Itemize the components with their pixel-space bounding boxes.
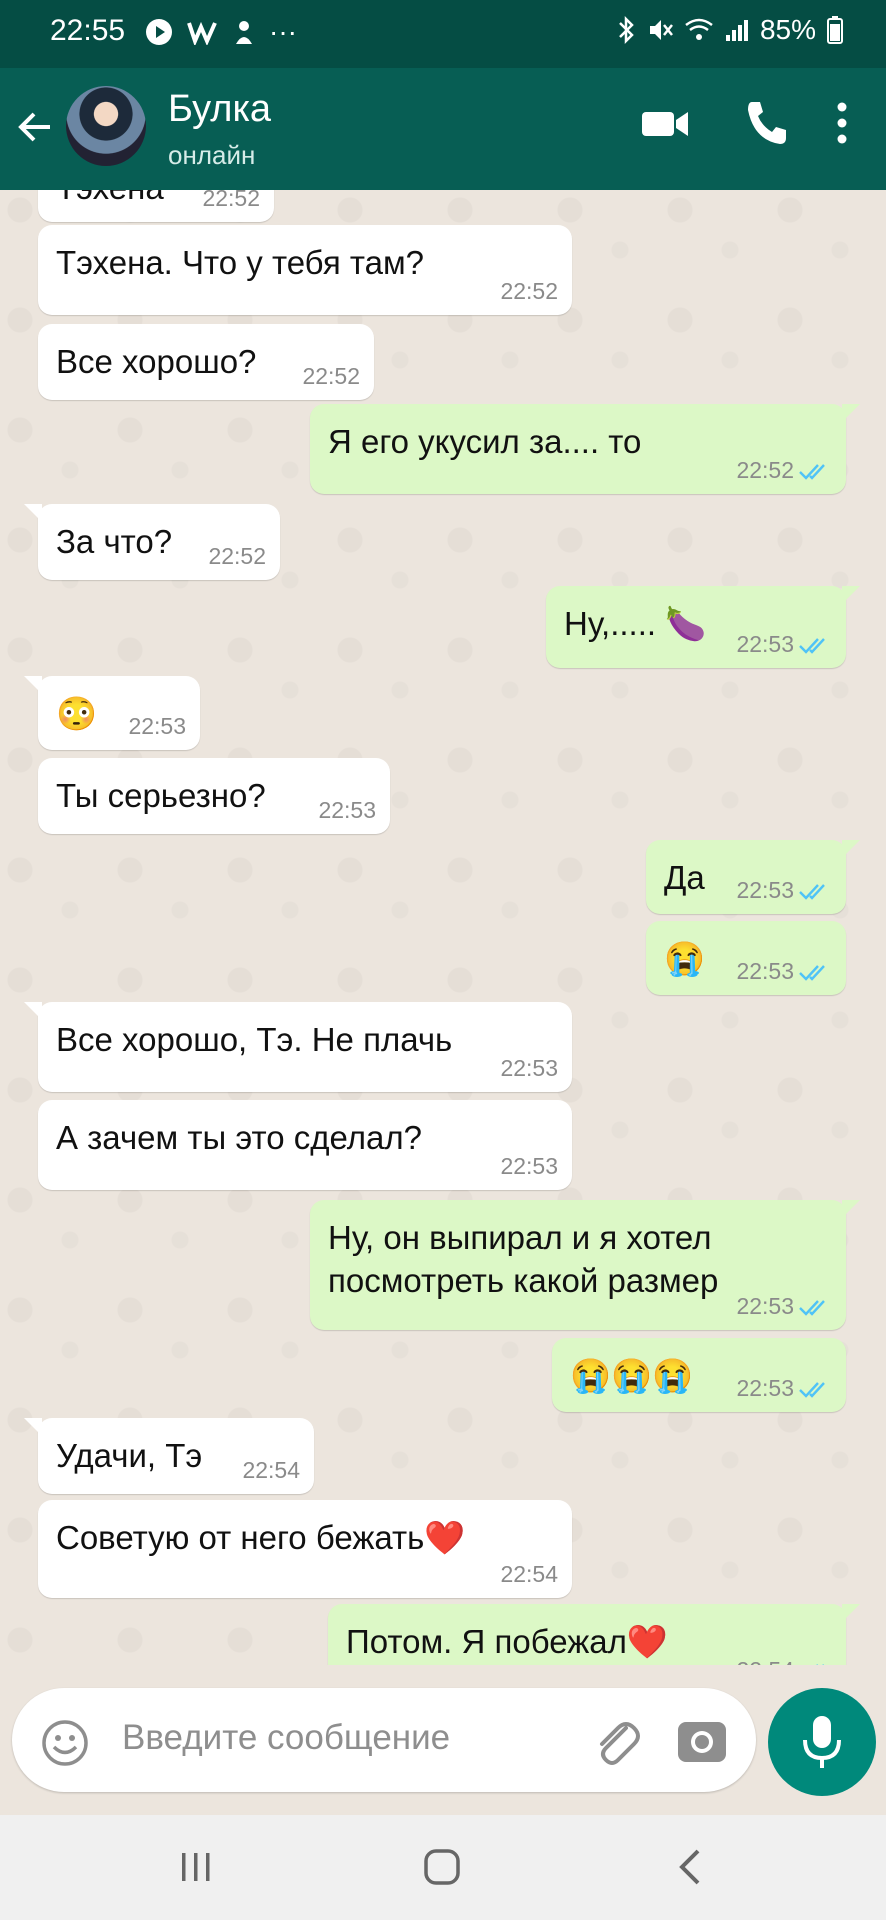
home-icon[interactable] [422, 1847, 462, 1887]
play-icon [146, 19, 172, 45]
message-outgoing[interactable]: Потом. Я побежал❤️ 22:54 [328, 1604, 860, 1665]
notification-icon [236, 21, 252, 44]
double-check-icon [815, 1663, 825, 1665]
message-time: 22:53 [500, 1153, 558, 1179]
message-text: Удачи, Тэ [56, 1437, 203, 1474]
more-notifications: ··· [269, 16, 297, 47]
contact-name[interactable]: Булка [168, 88, 271, 131]
message-time: 22:53 [736, 958, 794, 984]
message-incoming[interactable]: Все хорошо, Тэ. Не плачь 22:53 [24, 1002, 572, 1092]
mic-icon [803, 1716, 841, 1768]
message-incoming[interactable]: Тэхена. Что у тебя там? 22:52 [38, 225, 572, 315]
more-vert-icon[interactable] [830, 98, 854, 148]
system-nav-bar [0, 1815, 886, 1920]
message-incoming[interactable]: Советую от него бежать❤️ 22:54 [38, 1500, 572, 1598]
message-text: Да [664, 859, 705, 896]
message-text: Тэхена [56, 190, 164, 209]
emoji-icon[interactable] [40, 1718, 90, 1768]
message-text: Все хорошо? [56, 343, 257, 380]
message-outgoing[interactable]: Я его укусил за.... то 22:52 [310, 404, 860, 494]
message-time: 22:54 [242, 1457, 300, 1483]
avatar[interactable] [66, 86, 146, 166]
message-time: 22:53 [736, 1293, 794, 1319]
message-text: 😳 [56, 695, 98, 732]
message-text: 😭 [664, 940, 706, 977]
message-outgoing[interactable]: 😭 22:53 [646, 921, 846, 995]
message-text: Советую от него бежать❤️ [56, 1519, 466, 1556]
message-time: 22:53 [736, 1375, 794, 1401]
message-outgoing[interactable]: 😭😭😭 22:53 [552, 1338, 846, 1412]
message-time: 22:52 [302, 363, 360, 389]
double-check-icon [799, 637, 825, 654]
battery-icon [827, 16, 843, 44]
double-check-icon [799, 883, 825, 900]
camera-icon[interactable] [676, 1716, 728, 1764]
signal-icon [725, 20, 748, 41]
message-incoming[interactable]: 😳 22:53 [24, 676, 200, 750]
message-time: 22:54 [500, 1561, 558, 1587]
chat-header: Булка онлайн [0, 68, 886, 190]
message-text: Тэхена. Что у тебя там? [56, 244, 425, 281]
battery-percent: 85% [759, 14, 816, 45]
message-text: 😭😭😭 [570, 1357, 694, 1394]
message-composer[interactable]: Введите сообщение [12, 1688, 756, 1792]
message-time: 22:52 [208, 543, 266, 569]
message-time: 22:53 [736, 631, 794, 657]
message-time: 22:52 [736, 457, 794, 483]
phone-icon[interactable] [744, 98, 788, 148]
message-outgoing[interactable]: Ну,..... 🍆 22:53 [546, 586, 860, 668]
message-text: Все хорошо, Тэ. Не плачь [56, 1021, 453, 1058]
status-left-icons: ··· [145, 16, 297, 48]
bluetooth-icon [619, 15, 634, 45]
message-time: 22:53 [128, 713, 186, 739]
double-check-icon [799, 1381, 825, 1398]
message-incoming[interactable]: А зачем ты это сделал? 22:53 [38, 1100, 572, 1190]
message-text-line-2: посмотреть какой размер [328, 1262, 719, 1299]
paperclip-icon[interactable] [588, 1714, 642, 1768]
video-call-icon[interactable] [640, 98, 692, 150]
message-text: Потом. Я побежал❤️ [346, 1623, 668, 1660]
message-time: 22:54 [736, 1657, 794, 1665]
mic-button[interactable] [768, 1688, 876, 1796]
message-text-line-1: Ну, он выпирал и я хотел [328, 1219, 712, 1256]
message-incoming[interactable]: За что? 22:52 [24, 504, 280, 580]
message-text: Ну,..... 🍆 [564, 605, 707, 642]
back-nav-icon[interactable] [676, 1847, 706, 1887]
double-check-icon [799, 1299, 825, 1316]
status-right-icons: 85% [616, 14, 844, 46]
message-incoming[interactable]: Тэхена 22:52 [38, 190, 274, 222]
message-time: 22:53 [500, 1055, 558, 1081]
mute-icon [649, 20, 673, 40]
message-outgoing[interactable]: Да 22:53 [646, 840, 860, 914]
contact-status: онлайн [168, 140, 256, 170]
recent-apps-icon[interactable] [178, 1849, 214, 1885]
message-text: Ты серьезно? [56, 777, 266, 814]
double-check-icon [799, 964, 825, 981]
status-time: 22:55 [50, 14, 126, 47]
message-text: Я его укусил за.... то [328, 423, 642, 460]
message-time: 22:52 [500, 278, 558, 304]
message-time: 22:53 [736, 877, 794, 903]
message-time: 22:52 [202, 190, 260, 211]
message-incoming[interactable]: Ты серьезно? 22:53 [38, 758, 390, 834]
message-incoming[interactable]: Все хорошо? 22:52 [38, 324, 374, 400]
message-incoming[interactable]: Удачи, Тэ 22:54 [24, 1418, 314, 1494]
wifi-icon [685, 18, 713, 40]
message-input[interactable]: Введите сообщение [122, 1718, 450, 1758]
double-check-icon [799, 463, 825, 480]
w-app-icon [187, 21, 217, 45]
message-outgoing[interactable]: Ну, он выпирал и я хотел посмотреть како… [310, 1200, 860, 1330]
message-text: А зачем ты это сделал? [56, 1119, 422, 1156]
arrow-left-icon[interactable] [14, 106, 56, 148]
chat-area[interactable]: Тэхена 22:52 Тэхена. Что у тебя там? 22:… [0, 190, 886, 1665]
status-bar: 22:55 ··· 85% [0, 0, 886, 68]
message-time: 22:53 [318, 797, 376, 823]
message-text: За что? [56, 523, 173, 560]
